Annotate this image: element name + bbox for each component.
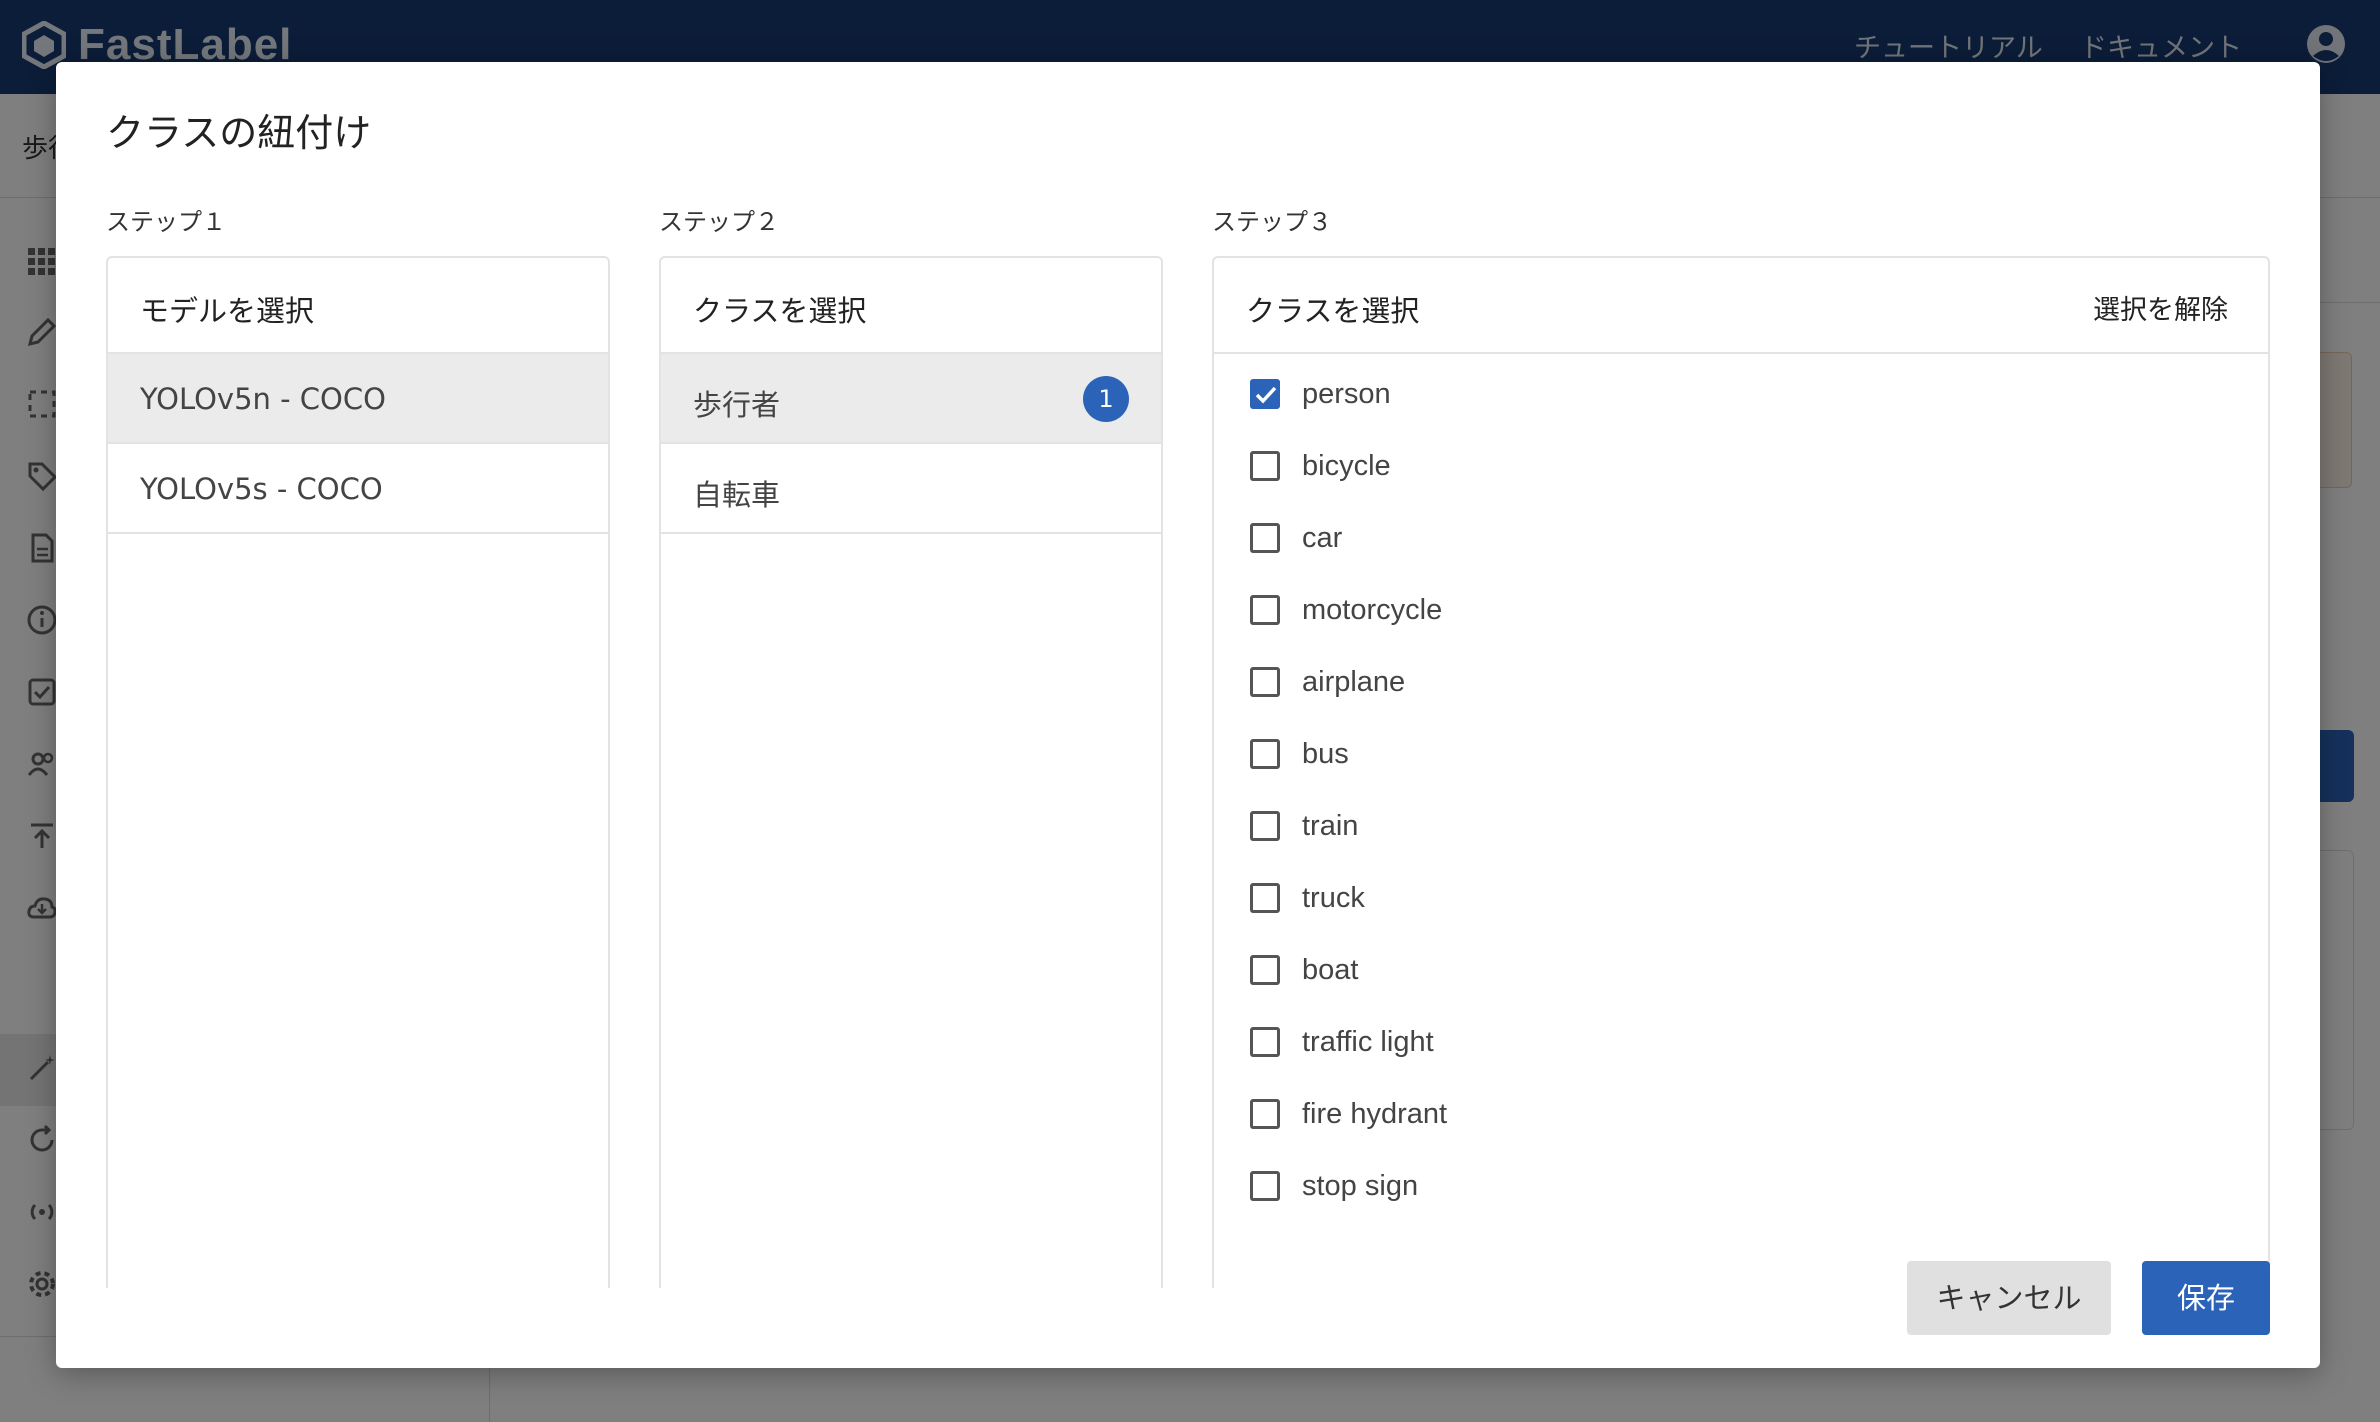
class-checkbox-label: truck xyxy=(1302,881,1365,914)
class-checkbox-row[interactable]: boat xyxy=(1250,945,1358,995)
class-checkbox-row[interactable]: stop sign xyxy=(1250,1161,1418,1211)
class-checkbox-row[interactable]: truck xyxy=(1250,873,1365,923)
clear-selection-button[interactable]: 選択を解除 xyxy=(2093,288,2228,327)
checkbox[interactable] xyxy=(1250,883,1280,913)
step-2-label: ステップ２ xyxy=(659,208,779,236)
panel-title: クラスを選択 xyxy=(693,294,867,328)
class-checkbox-label: motorcycle xyxy=(1302,593,1443,626)
checkbox[interactable] xyxy=(1250,1171,1280,1201)
panel-title: クラスを選択 xyxy=(1246,294,1420,328)
class-checkbox-row[interactable]: airplane xyxy=(1250,657,1405,707)
class-checkbox-label: bus xyxy=(1302,737,1349,770)
checkbox-checked[interactable] xyxy=(1250,379,1280,409)
class-item-label: 歩行者 xyxy=(693,388,781,422)
panel-header: クラスを選択 選択を解除 xyxy=(1214,258,2268,354)
model-select-panel: モデルを選択 YOLOv5n - COCO YOLOv5s - COCO xyxy=(106,256,610,1288)
class-mapping-dialog: クラスの紐付け ステップ１ モデルを選択 YOLOv5n - COCO YOLO… xyxy=(56,62,2320,1368)
checkbox[interactable] xyxy=(1250,523,1280,553)
panel-header: モデルを選択 xyxy=(108,258,608,354)
class-checkbox-row[interactable]: traffic light xyxy=(1250,1017,1434,1067)
class-item-bicycle[interactable]: 自転車 xyxy=(661,444,1161,534)
checkbox[interactable] xyxy=(1250,451,1280,481)
class-checkbox-row[interactable]: bus xyxy=(1250,729,1349,779)
class-checkbox-label: fire hydrant xyxy=(1302,1097,1448,1130)
class-checkbox-row[interactable]: bicycle xyxy=(1250,441,1391,491)
class-checkbox-label: stop sign xyxy=(1302,1169,1419,1202)
cancel-button[interactable]: キャンセル xyxy=(1907,1261,2111,1335)
class-checkbox-row[interactable]: car xyxy=(1250,513,1342,563)
model-item-label: YOLOv5n - COCO xyxy=(140,382,386,416)
panel-title: モデルを選択 xyxy=(140,294,315,328)
class-checkbox-label: person xyxy=(1302,377,1391,410)
project-class-panel: クラスを選択 歩行者 1 自転車 xyxy=(659,256,1163,1288)
class-checkbox-label: car xyxy=(1302,521,1343,554)
class-item-label: 自転車 xyxy=(693,478,781,512)
class-checkbox-label: bicycle xyxy=(1302,449,1391,482)
class-checkbox-label: boat xyxy=(1302,953,1359,986)
class-item-pedestrian[interactable]: 歩行者 1 xyxy=(661,354,1161,444)
checkbox[interactable] xyxy=(1250,811,1280,841)
checkbox[interactable] xyxy=(1250,739,1280,769)
model-item-label: YOLOv5s - COCO xyxy=(140,472,383,506)
model-item-yolov5s[interactable]: YOLOv5s - COCO xyxy=(108,444,608,534)
checkbox[interactable] xyxy=(1250,1099,1280,1129)
class-checkbox-label: train xyxy=(1302,809,1359,842)
model-class-panel: クラスを選択 選択を解除 person bicycle car motorcycle a… xyxy=(1212,256,2270,1288)
model-item-yolov5n[interactable]: YOLOv5n - COCO xyxy=(108,354,608,444)
class-checkbox-row[interactable]: motorcycle xyxy=(1250,585,1442,635)
class-checkbox-label: airplane xyxy=(1302,665,1406,698)
selection-count-badge: 1 xyxy=(1083,376,1129,422)
checkbox[interactable] xyxy=(1250,955,1280,985)
panel-header: クラスを選択 xyxy=(661,258,1161,354)
step-3-label: ステップ３ xyxy=(1212,208,1332,236)
checkbox[interactable] xyxy=(1250,595,1280,625)
class-checkbox-label: traffic light xyxy=(1302,1025,1434,1058)
class-checkbox-row[interactable]: person xyxy=(1250,369,1391,419)
checkbox[interactable] xyxy=(1250,667,1280,697)
class-checkbox-row[interactable]: fire hydrant xyxy=(1250,1089,1447,1139)
dialog-title: クラスの紐付け xyxy=(106,111,372,155)
save-button[interactable]: 保存 xyxy=(2142,1261,2270,1335)
checkmark-icon xyxy=(1255,386,1277,404)
checkbox[interactable] xyxy=(1250,1027,1280,1057)
class-checkbox-row[interactable]: train xyxy=(1250,801,1358,851)
step-1-label: ステップ１ xyxy=(106,208,226,236)
